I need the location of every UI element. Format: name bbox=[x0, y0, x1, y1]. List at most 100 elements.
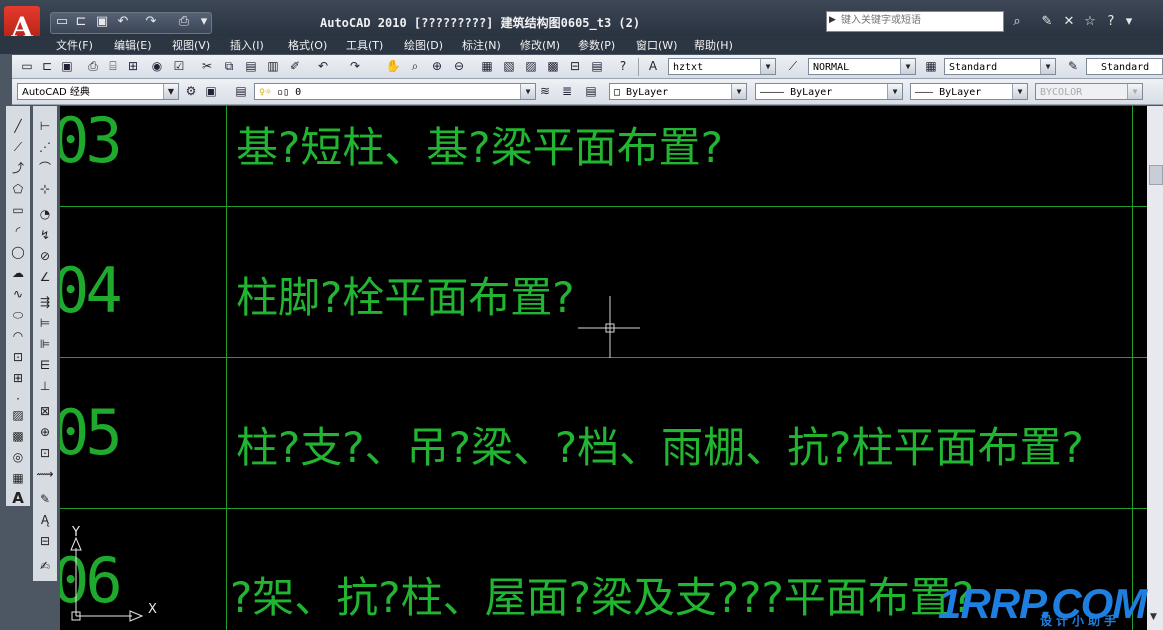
open-file-icon[interactable]: ⊏ bbox=[73, 14, 89, 30]
properties-icon[interactable]: ▦ bbox=[478, 57, 496, 75]
pan-icon[interactable]: ✋ bbox=[384, 57, 402, 75]
paste-icon[interactable]: ▤ bbox=[242, 57, 260, 75]
inspection-icon[interactable]: ⊡ bbox=[35, 443, 55, 463]
undo-icon[interactable]: ↶ bbox=[314, 57, 332, 75]
tolerance-icon[interactable]: ⊠ bbox=[35, 401, 55, 421]
dimension-text-edit-icon[interactable]: Ą bbox=[35, 510, 55, 530]
chevron-down-icon[interactable]: ▼ bbox=[520, 84, 535, 99]
binoculars-icon[interactable]: ⌕ bbox=[1008, 13, 1026, 31]
center-mark-icon[interactable]: ⊕ bbox=[35, 422, 55, 442]
jogged-linear-icon[interactable]: ⟿ bbox=[35, 464, 55, 484]
layer-select[interactable]: ♀☼ ▫▯ 0 ▼ bbox=[254, 83, 536, 100]
cut-icon[interactable]: ✂ bbox=[198, 57, 216, 75]
multiline-text-icon[interactable]: A bbox=[8, 488, 28, 508]
plot-icon[interactable]: ⎙ bbox=[176, 14, 192, 30]
table-style-select[interactable]: Standard ▼ bbox=[944, 58, 1056, 75]
make-current-icon[interactable]: ≋ bbox=[536, 82, 554, 100]
text-style-icon[interactable]: A bbox=[644, 57, 662, 75]
scrollbar-thumb[interactable] bbox=[1149, 165, 1163, 185]
tool-palettes-icon[interactable]: ▨ bbox=[522, 57, 540, 75]
menu-parametric[interactable]: 参数(P) bbox=[578, 37, 615, 53]
customize-icon[interactable]: ▣ bbox=[202, 82, 220, 100]
redo-icon[interactable]: ↷ bbox=[346, 57, 364, 75]
gradient-icon[interactable]: ▩ bbox=[8, 426, 28, 446]
color-control-select[interactable]: □ ByLayer ▼ bbox=[609, 83, 747, 100]
menu-modify[interactable]: 修改(M) bbox=[520, 37, 560, 53]
help-icon[interactable]: ? bbox=[614, 57, 632, 75]
publish-3d-icon[interactable]: ◉ bbox=[148, 57, 166, 75]
dim-style-select[interactable]: NORMAL ▼ bbox=[808, 58, 916, 75]
menu-draw[interactable]: 绘图(D) bbox=[404, 37, 443, 53]
multileader-style-icon[interactable]: ✎ bbox=[1064, 57, 1082, 75]
linear-dimension-icon[interactable]: ⊢ bbox=[35, 116, 55, 136]
spline-icon[interactable]: ∿ bbox=[8, 284, 28, 304]
drawing-area[interactable]: 03 基?短柱、基?梁平面布置? 04 柱脚?栓平面布置? 05 柱?支?、吊?… bbox=[60, 106, 1147, 630]
undo-icon[interactable]: ↶ bbox=[115, 14, 131, 30]
rectangle-icon[interactable]: ▭ bbox=[8, 200, 28, 220]
copy-icon[interactable]: ⧉ bbox=[220, 57, 238, 75]
new-icon[interactable]: ▭ bbox=[18, 57, 36, 75]
redo-icon[interactable]: ↷ bbox=[143, 14, 159, 30]
sheet-set-icon[interactable]: ▩ bbox=[544, 57, 562, 75]
chevron-down-icon[interactable]: ▼ bbox=[1040, 59, 1055, 74]
calculator-icon[interactable]: ▤ bbox=[588, 57, 606, 75]
jogged-dimension-icon[interactable]: ↯ bbox=[35, 225, 55, 245]
chevron-down-icon[interactable]: ▼ bbox=[760, 59, 775, 74]
dimension-update-icon[interactable]: ⊟ bbox=[35, 531, 55, 551]
linetype-control-select[interactable]: ———— ByLayer ▼ bbox=[755, 83, 903, 100]
ordinate-dimension-icon[interactable]: ⊹ bbox=[35, 179, 55, 199]
plot-icon[interactable]: ⎙ bbox=[84, 57, 102, 75]
menu-view[interactable]: 视图(V) bbox=[172, 37, 210, 53]
match-properties-icon[interactable]: ✐ bbox=[286, 57, 304, 75]
ellipse-arc-icon[interactable]: ◠ bbox=[8, 326, 28, 346]
new-file-icon[interactable]: ▭ bbox=[54, 14, 70, 30]
chevron-down-icon[interactable]: ▼ bbox=[887, 84, 902, 99]
arc-length-icon[interactable]: ⌒ bbox=[35, 158, 55, 178]
line-icon[interactable]: ╱ bbox=[8, 116, 28, 136]
aligned-dimension-icon[interactable]: ⋰ bbox=[35, 137, 55, 157]
ellipse-icon[interactable]: ⬭ bbox=[8, 305, 28, 325]
text-style-select[interactable]: hztxt ▼ bbox=[668, 58, 776, 75]
subscription-icon[interactable]: ✕ bbox=[1060, 13, 1078, 31]
save-icon[interactable]: ▣ bbox=[58, 57, 76, 75]
circle-icon[interactable]: ◯ bbox=[8, 242, 28, 262]
copy-base-icon[interactable]: ▥ bbox=[264, 57, 282, 75]
chevron-down-icon[interactable]: ▼ bbox=[900, 59, 915, 74]
chevron-down-icon[interactable]: ▼ bbox=[731, 84, 746, 99]
diameter-dimension-icon[interactable]: ⊘ bbox=[35, 246, 55, 266]
save-icon[interactable]: ▣ bbox=[94, 14, 110, 30]
make-block-icon[interactable]: ⊞ bbox=[8, 368, 28, 388]
markup-icon[interactable]: ⊟ bbox=[566, 57, 584, 75]
design-feed-icon[interactable]: ☑ bbox=[170, 57, 188, 75]
dimension-break-icon[interactable]: ⊥ bbox=[35, 376, 55, 396]
construction-line-icon[interactable]: ⟋ bbox=[8, 137, 28, 157]
menu-dimension[interactable]: 标注(N) bbox=[462, 37, 501, 53]
publish-icon[interactable]: ⊞ bbox=[124, 57, 142, 75]
search-input[interactable] bbox=[827, 12, 1001, 29]
plot-preview-icon[interactable]: ⌸ bbox=[104, 57, 122, 75]
help-icon[interactable]: ? bbox=[1102, 13, 1120, 31]
layer-isolate-icon[interactable]: ▤ bbox=[582, 82, 600, 100]
scroll-down-icon[interactable]: ▼ bbox=[1150, 612, 1157, 622]
favorites-star-icon[interactable]: ☆ bbox=[1081, 13, 1099, 31]
chevron-down-icon[interactable]: ▼ bbox=[1012, 84, 1027, 99]
polyline-icon[interactable]: ⤴ bbox=[8, 158, 28, 178]
dimension-space-icon[interactable]: ⋿ bbox=[35, 355, 55, 375]
zoom-previous-icon[interactable]: ⊖ bbox=[450, 57, 468, 75]
menu-edit[interactable]: 编辑(E) bbox=[114, 37, 152, 53]
dimension-edit-icon[interactable]: ✎ bbox=[35, 489, 55, 509]
workspace-settings-icon[interactable]: ⚙ bbox=[182, 82, 200, 100]
menu-file[interactable]: 文件(F) bbox=[56, 37, 93, 53]
region-icon[interactable]: ◎ bbox=[8, 447, 28, 467]
layer-previous-icon[interactable]: ≣ bbox=[558, 82, 576, 100]
radius-dimension-icon[interactable]: ◔ bbox=[35, 204, 55, 224]
quick-access-dropdown-icon[interactable]: ▾ bbox=[196, 14, 212, 30]
hatch-icon[interactable]: ▨ bbox=[8, 405, 28, 425]
angular-dimension-icon[interactable]: ∠ bbox=[35, 267, 55, 287]
table-icon[interactable]: ▦ bbox=[8, 468, 28, 488]
insert-block-icon[interactable]: ⊡ bbox=[8, 347, 28, 367]
info-center-search[interactable]: ▶ bbox=[826, 11, 1004, 32]
workspace-select[interactable]: AutoCAD 经典 ▼ bbox=[17, 83, 179, 100]
open-icon[interactable]: ⊏ bbox=[38, 57, 56, 75]
menu-tools[interactable]: 工具(T) bbox=[346, 37, 383, 53]
